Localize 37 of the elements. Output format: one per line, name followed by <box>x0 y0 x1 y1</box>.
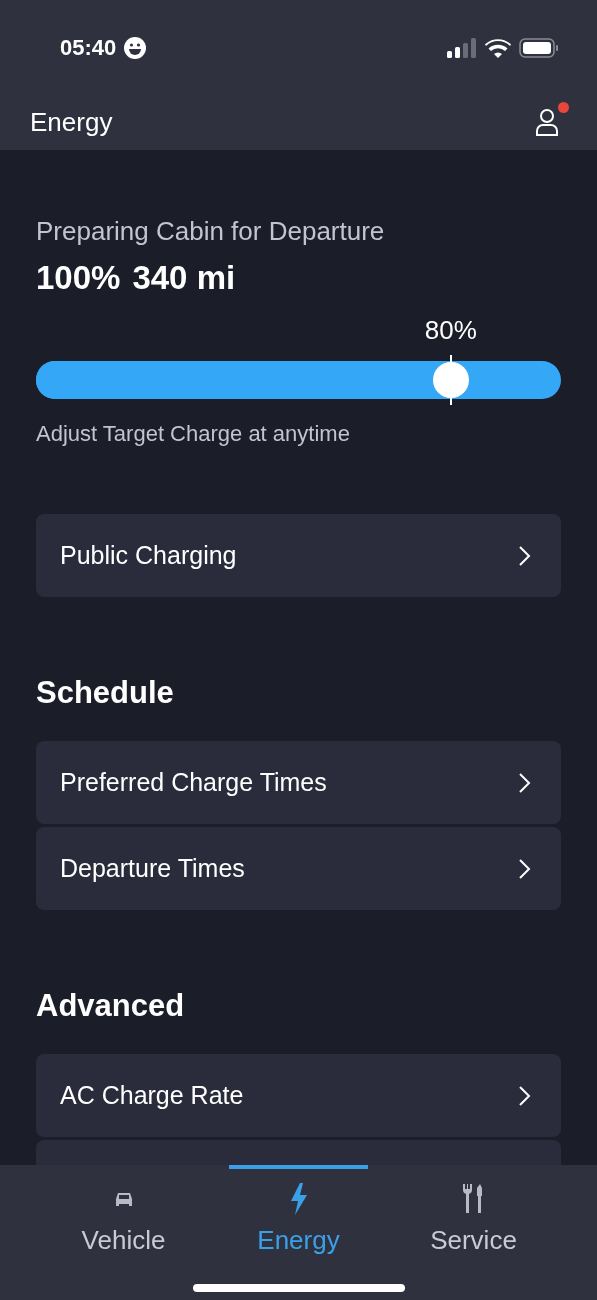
chevron-right-icon <box>517 771 531 794</box>
tab-label: Energy <box>257 1225 340 1256</box>
menu-row-label: AC Charge Rate <box>60 1081 244 1110</box>
smiley-icon <box>124 36 147 59</box>
menu-row[interactable]: Public Charging <box>36 514 561 597</box>
tab-bar-item[interactable]: Vehicle <box>54 1165 193 1256</box>
chevron-right-icon <box>517 1084 531 1107</box>
signal-icon <box>447 37 477 58</box>
chevron-right-icon <box>517 857 531 880</box>
person-icon <box>535 107 559 136</box>
page-title: Energy <box>30 107 113 138</box>
profile-button[interactable] <box>535 107 561 138</box>
battery-icon <box>519 37 559 58</box>
menu-row[interactable]: AC Charge Rate <box>36 1054 561 1137</box>
section-title: Schedule <box>36 675 175 711</box>
wifi-icon <box>485 37 511 58</box>
tab-label: Vehicle <box>81 1225 166 1256</box>
tab-label: Service <box>430 1225 517 1256</box>
car-icon <box>113 1190 134 1208</box>
slider-thumb[interactable] <box>432 355 469 405</box>
menu-row-label: Departure Times <box>60 854 245 883</box>
chevron-right-icon <box>517 544 531 567</box>
menu-row-label: Preferred Charge Times <box>60 768 327 797</box>
charge-status: Preparing Cabin for Departure <box>36 216 386 247</box>
battery-percentage: 100% <box>36 259 121 297</box>
slider-hint: Adjust Target Charge at anytime <box>36 421 351 447</box>
charge-slider[interactable] <box>36 355 561 405</box>
range-value: 340 mi <box>132 259 236 297</box>
tab-bar-item[interactable]: Service <box>404 1165 543 1256</box>
tab-bar-item[interactable]: Energy <box>229 1165 368 1256</box>
menu-row[interactable]: Preferred Charge Times <box>36 741 561 824</box>
menu-row-label: Public Charging <box>60 541 237 570</box>
status-time: 05:40 <box>60 34 117 61</box>
section-title: Advanced <box>36 988 186 1024</box>
target-charge-label: 80% <box>424 315 477 346</box>
lightning-bolt-icon <box>289 1183 308 1215</box>
menu-row[interactable]: Departure Times <box>36 827 561 910</box>
